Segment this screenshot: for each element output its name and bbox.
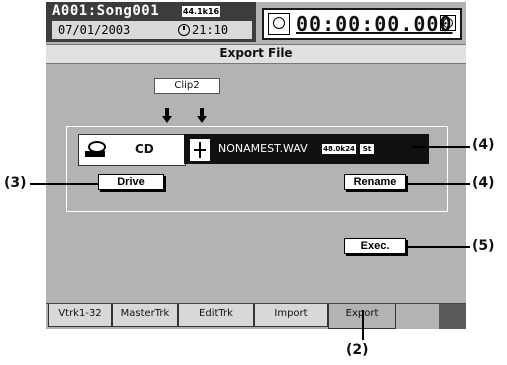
callout-exec: (5) [472, 238, 495, 254]
tab-vtrk[interactable]: Vtrk1-32 [48, 304, 112, 327]
callout-export-tab: (2) [346, 342, 369, 358]
callout-line [362, 310, 364, 340]
cd-drive-icon [85, 141, 107, 159]
format-badge: 44.1k16 [182, 6, 220, 17]
drive-button[interactable]: Drive [98, 174, 164, 190]
drive-label: CD [135, 142, 154, 156]
callout-line [412, 146, 470, 148]
file-name: NONAMEST.WAV [218, 142, 308, 155]
timecode: 00:00:00.000 [296, 12, 453, 36]
drive-cell[interactable]: CD [78, 134, 186, 166]
tab-import[interactable]: Import [254, 304, 328, 327]
tab-edittrk[interactable]: EditTrk [178, 304, 254, 327]
lcd-screen: A001:Song001 44.1k16 07/01/2003 21:10 00… [46, 2, 466, 329]
song-info-panel: A001:Song001 44.1k16 07/01/2003 21:10 [46, 2, 256, 42]
callout-rename: (4) [472, 175, 495, 191]
arrow-down-icon [162, 108, 172, 124]
date-bar: 07/01/2003 21:10 [52, 21, 252, 39]
exec-button[interactable]: Exec. [344, 238, 406, 254]
wave-file-icon [190, 139, 210, 161]
tab-bar-filler [439, 304, 466, 329]
timecode-panel: 00:00:00.000 [256, 2, 466, 42]
rename-button[interactable]: Rename [344, 174, 406, 190]
clock-icon [178, 24, 190, 36]
callout-line [30, 183, 98, 185]
arrow-down-icon [197, 108, 207, 124]
callout-line [406, 246, 470, 248]
date-text: 07/01/2003 [58, 23, 131, 37]
tab-mastertrk[interactable]: MasterTrk [112, 304, 178, 327]
tab-bar: Vtrk1-32 MasterTrk EditTrk Import Export [46, 303, 466, 329]
title-bar: Export File [46, 44, 466, 64]
clip-name: Clip2 [154, 78, 220, 94]
callout-drive: (3) [4, 175, 27, 191]
rate-badge: 48.0k24 [322, 144, 356, 154]
clock-icon [268, 13, 290, 35]
alarm-clock-icon[interactable] [440, 15, 456, 31]
page-title: Export File [219, 46, 293, 60]
clock-time: 21:10 [192, 23, 229, 37]
callout-line [406, 183, 470, 185]
channel-badge: St [360, 144, 374, 154]
song-name: A001:Song001 [52, 3, 160, 19]
callout-file: (4) [472, 137, 495, 153]
file-cell[interactable]: NONAMEST.WAV 48.0k24 St [184, 134, 429, 164]
timecode-box[interactable]: 00:00:00.000 [262, 8, 462, 40]
